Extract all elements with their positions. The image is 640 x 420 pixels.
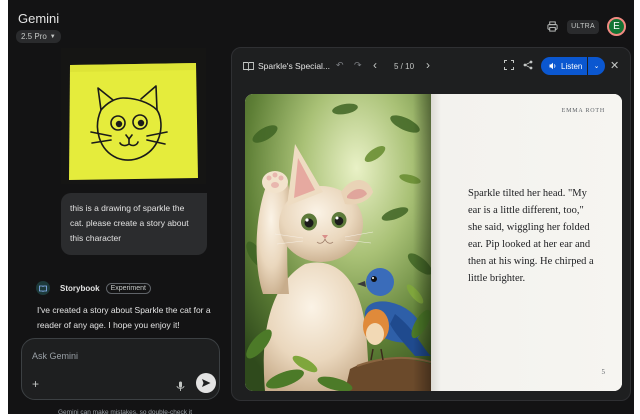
author-name: EMMA ROTH xyxy=(561,108,605,114)
share-icon[interactable] xyxy=(523,60,533,70)
send-button[interactable] xyxy=(196,373,216,393)
prompt-box[interactable]: Ask Gemini + xyxy=(21,338,220,400)
caret-down-icon: ▼ xyxy=(49,33,56,40)
experiment-badge: Experiment xyxy=(105,282,151,294)
storybook-label: Storybook xyxy=(60,283,100,293)
chevron-right-icon[interactable]: › xyxy=(426,58,430,72)
story-page-text: Sparkle tilted her head. "My ear is a li… xyxy=(468,188,594,284)
story-text-page: EMMA ROTH Sparkle tilted her head. "My e… xyxy=(431,94,622,391)
user-message: this is a drawing of sparkle the cat. pl… xyxy=(61,193,207,255)
storybook-header: Storybook Experiment xyxy=(36,281,151,295)
story-title: Sparkle's Special... xyxy=(258,61,331,71)
account-avatar[interactable]: E xyxy=(607,17,626,36)
page-number: 5 xyxy=(601,368,606,376)
redo-icon[interactable]: ↷ xyxy=(354,60,362,71)
listen-button[interactable]: Listen ⌄ xyxy=(541,57,605,75)
close-icon[interactable]: ✕ xyxy=(610,59,619,72)
user-uploaded-image[interactable] xyxy=(61,48,206,184)
storybook-book: EMMA ROTH Sparkle tilted her head. "My e… xyxy=(245,94,622,391)
model-selector[interactable]: 2.5 Pro ▼ xyxy=(16,30,61,43)
storybook-book-icon xyxy=(36,281,50,295)
assistant-reply: I've created a story about Sparkle the c… xyxy=(37,305,211,330)
header-actions: ULTRA E xyxy=(545,17,626,36)
story-illustration xyxy=(245,94,433,391)
app-window: Gemini 2.5 Pro ▼ ULTRA E this is a drawi… xyxy=(0,0,640,420)
chevron-left-icon[interactable]: ‹ xyxy=(373,58,377,72)
page-indicator: 5 / 10 xyxy=(394,62,415,71)
prompt-input[interactable]: Ask Gemini xyxy=(32,351,78,361)
screen-edge-left xyxy=(0,0,8,420)
printer-icon[interactable] xyxy=(545,20,559,34)
listen-label: Listen xyxy=(561,61,583,71)
plus-icon[interactable]: + xyxy=(32,377,39,391)
mic-icon[interactable] xyxy=(176,379,186,391)
fullscreen-icon[interactable] xyxy=(504,60,514,70)
listen-play[interactable]: Listen xyxy=(541,57,587,75)
speaker-icon xyxy=(549,62,556,70)
model-label: 2.5 Pro xyxy=(21,32,47,41)
listen-options-caret-icon[interactable]: ⌄ xyxy=(588,62,605,70)
screen-edge-bottom xyxy=(0,414,640,420)
plan-badge: ULTRA xyxy=(567,19,599,34)
storybook-toolbar: Sparkle's Special... ↶ ↷ ‹ 5 / 10 › List… xyxy=(232,48,630,84)
send-icon xyxy=(202,379,211,387)
storybook-panel: Sparkle's Special... ↶ ↷ ‹ 5 / 10 › List… xyxy=(231,47,631,401)
app-title: Gemini xyxy=(18,11,60,26)
undo-icon[interactable]: ↶ xyxy=(336,60,344,71)
book-icon xyxy=(243,62,254,71)
screen-edge-right xyxy=(634,0,640,420)
